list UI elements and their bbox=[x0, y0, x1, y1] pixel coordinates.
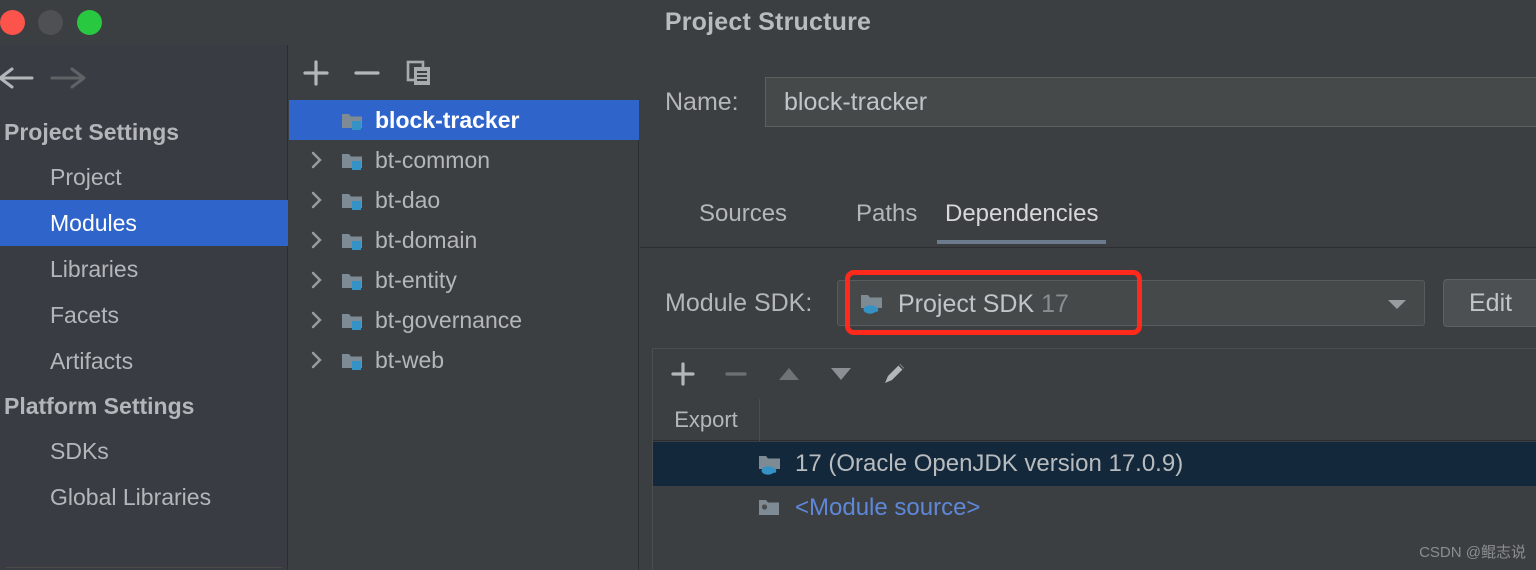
sidebar-item-modules[interactable]: Modules bbox=[0, 200, 288, 246]
tab-sources[interactable]: Sources bbox=[683, 188, 803, 248]
column-header-export[interactable]: Export bbox=[653, 399, 760, 441]
tree-row-label: bt-web bbox=[375, 346, 445, 373]
add-module-button[interactable] bbox=[291, 45, 341, 100]
remove-dependency-button[interactable] bbox=[710, 349, 762, 399]
navigation-arrows bbox=[0, 55, 288, 100]
module-sdk-name: Project SDK bbox=[898, 290, 1035, 318]
table-cell-name: 17 (Oracle OpenJDK version 17.0.9) bbox=[795, 450, 1184, 477]
module-name-label: Name: bbox=[665, 88, 739, 116]
triangle-down-icon[interactable] bbox=[815, 349, 867, 399]
remove-module-button[interactable] bbox=[342, 45, 392, 100]
title-bar: Project Structure bbox=[0, 0, 1536, 45]
module-sdk-dropdown[interactable]: Project SDK 17 bbox=[837, 280, 1425, 326]
triangle-up-icon[interactable] bbox=[763, 349, 815, 399]
module-sdk-row: Module SDK: Project SDK 17 Edit bbox=[640, 270, 1536, 335]
sidebar-item-project[interactable]: Project bbox=[0, 154, 288, 200]
module-tree-panel: block-tracker bt-common bt-dao bt-domain… bbox=[289, 45, 639, 570]
dependencies-table-body: 17 (Oracle OpenJDK version 17.0.9) <Modu… bbox=[653, 442, 1536, 530]
copy-icon[interactable] bbox=[394, 45, 444, 100]
sidebar-item-list: Project Settings Project Modules Librari… bbox=[0, 110, 288, 520]
tree-row[interactable]: bt-governance bbox=[289, 300, 639, 340]
module-tree-toolbar bbox=[289, 45, 639, 100]
tabs-divider bbox=[640, 247, 1536, 248]
module-folder-icon bbox=[341, 350, 363, 370]
module-name-input[interactable]: block-tracker bbox=[765, 77, 1536, 127]
tree-row[interactable]: block-tracker bbox=[289, 100, 639, 140]
chevron-right-icon[interactable] bbox=[305, 220, 329, 260]
module-folder-icon bbox=[341, 150, 363, 170]
chevron-right-icon[interactable] bbox=[305, 340, 329, 380]
table-cell-name: <Module source> bbox=[795, 494, 981, 521]
module-folder-icon bbox=[341, 110, 363, 130]
dependencies-area: Export 17 (Oracle OpenJDK version 17.0.9… bbox=[652, 348, 1536, 570]
sidebar-divider bbox=[6, 567, 282, 568]
watermark: CSDN @鲲志说 bbox=[1419, 544, 1526, 561]
module-details-panel: Name: block-tracker Sources Paths Depend… bbox=[640, 45, 1536, 570]
arrow-left-icon[interactable] bbox=[0, 55, 46, 100]
settings-sidebar: Project Settings Project Modules Librari… bbox=[0, 45, 288, 570]
sidebar-item-libraries[interactable]: Libraries bbox=[0, 246, 288, 292]
dependencies-toolbar bbox=[653, 349, 1536, 399]
module-folder-icon bbox=[341, 270, 363, 290]
sidebar-item-global-libraries[interactable]: Global Libraries bbox=[0, 474, 288, 520]
tab-paths[interactable]: Paths bbox=[840, 188, 933, 248]
sidebar-item-artifacts[interactable]: Artifacts bbox=[0, 338, 288, 384]
sdk-folder-java-icon bbox=[758, 454, 782, 476]
module-tree-list: block-tracker bt-common bt-dao bt-domain… bbox=[289, 100, 639, 380]
module-folder-icon bbox=[341, 310, 363, 330]
chevron-right-icon[interactable] bbox=[305, 300, 329, 340]
project-structure-dialog: Project Structure Project Settings Proje… bbox=[0, 0, 1536, 570]
chevron-right-icon[interactable] bbox=[305, 260, 329, 300]
module-sdk-version: 17 bbox=[1041, 290, 1069, 318]
sidebar-group-project-settings: Project Settings bbox=[4, 119, 180, 145]
dependencies-table-header: Export bbox=[653, 399, 1536, 441]
tree-row-label: bt-domain bbox=[375, 226, 478, 253]
tree-row-label: block-tracker bbox=[375, 106, 520, 133]
tree-row-label: bt-dao bbox=[375, 186, 441, 213]
pencil-icon[interactable] bbox=[868, 349, 920, 399]
chevron-right-icon[interactable] bbox=[305, 140, 329, 180]
tree-row[interactable]: bt-common bbox=[289, 140, 639, 180]
sidebar-group-platform-settings: Platform Settings bbox=[4, 393, 195, 419]
module-name-row: Name: block-tracker bbox=[640, 77, 1536, 127]
edit-sdk-button[interactable]: Edit bbox=[1443, 279, 1536, 327]
add-dependency-button[interactable] bbox=[657, 349, 709, 399]
module-folder-icon bbox=[341, 190, 363, 210]
module-source-icon bbox=[758, 498, 782, 520]
chevron-down-icon[interactable] bbox=[1384, 294, 1410, 314]
sidebar-item-sdks[interactable]: SDKs bbox=[0, 428, 288, 474]
sidebar-item-facets[interactable]: Facets bbox=[0, 292, 288, 338]
tree-row[interactable]: bt-dao bbox=[289, 180, 639, 220]
tree-row-label: bt-entity bbox=[375, 266, 457, 293]
module-tabs: Sources Paths Dependencies bbox=[640, 188, 1536, 248]
module-folder-icon bbox=[341, 230, 363, 250]
window-title: Project Structure bbox=[664, 8, 872, 36]
module-sdk-label: Module SDK: bbox=[665, 289, 813, 317]
table-row[interactable]: 17 (Oracle OpenJDK version 17.0.9) bbox=[653, 442, 1536, 486]
tab-dependencies[interactable]: Dependencies bbox=[929, 188, 1114, 248]
tree-row-label: bt-governance bbox=[375, 306, 523, 333]
module-sdk-value: Project SDK 17 bbox=[898, 281, 1069, 327]
tree-row[interactable]: bt-web bbox=[289, 340, 639, 380]
sdk-folder-java-icon bbox=[860, 293, 884, 315]
tree-row[interactable]: bt-domain bbox=[289, 220, 639, 260]
tree-row-label: bt-common bbox=[375, 146, 491, 173]
dependencies-table: Export 17 (Oracle OpenJDK version 17.0.9… bbox=[653, 399, 1536, 570]
tree-row[interactable]: bt-entity bbox=[289, 260, 639, 300]
arrow-right-icon[interactable] bbox=[46, 55, 98, 100]
chevron-right-icon[interactable] bbox=[305, 180, 329, 220]
table-row[interactable]: <Module source> bbox=[653, 486, 1536, 530]
